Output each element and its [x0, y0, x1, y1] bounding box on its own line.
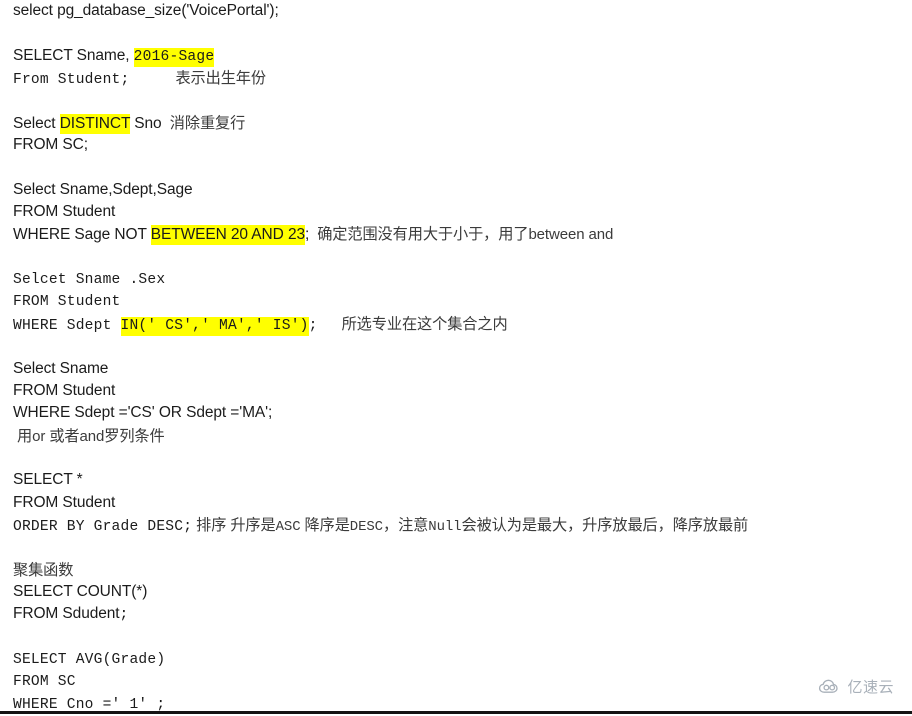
- code-text: FROM Sdudent: [13, 605, 120, 623]
- code-line-where-between: WHERE Sage NOT BETWEEN 20 AND 23; 确定范围没有用…: [13, 223, 903, 246]
- code-line-where-cno: WHERE Cno =' 1' ;: [13, 693, 903, 715]
- cloud-icon: [817, 679, 843, 695]
- code-text: FROM SC;: [13, 136, 88, 154]
- annotation-text: 罗列条件: [104, 426, 165, 445]
- code-text: FROM Student: [13, 203, 116, 221]
- code-text: Select Sname,Sdept,Sage: [13, 180, 193, 198]
- code-line-where-or: WHERE Sdept ='CS' OR Sdept ='MA';: [13, 402, 903, 424]
- annotation-text-en: between and: [528, 226, 614, 244]
- code-line-select-count: SELECT COUNT(*): [13, 581, 903, 603]
- code-text: Sno: [130, 114, 166, 132]
- annotation-text-en: ASC: [275, 518, 301, 535]
- annotation-text: 升序是: [230, 515, 276, 534]
- code-line-select-star: SELECT *: [13, 469, 903, 491]
- code-text: SELECT COUNT(*): [13, 582, 148, 600]
- code-text: SELECT AVG(Grade): [13, 651, 166, 668]
- annotation-text: ，注意: [383, 515, 429, 534]
- code-line-select-sname: SELECT Sname, 2016-Sage: [13, 45, 903, 67]
- annotation-text: 表示出生年份: [175, 69, 266, 88]
- annotation-text-en: and: [79, 427, 105, 445]
- code-text: FROM Student: [13, 294, 121, 311]
- text-body: select pg_database_size('VoicePortal'); …: [13, 0, 903, 715]
- code-line-where-in: WHERE Sdept IN(' CS',' MA',' IS'); 所选专业在这…: [13, 313, 903, 336]
- code-text: FROM SC: [13, 674, 76, 691]
- code-line-select-sname-sdept-sage: Select Sname,Sdept,Sage: [13, 179, 903, 201]
- code-line-from-student-3: FROM Student: [13, 290, 903, 312]
- watermark: 亿速云: [817, 676, 894, 697]
- highlighted-keyword: IN(' CS',' MA',' IS'): [120, 316, 309, 336]
- code-line-select-sname-2: Select Sname: [13, 358, 903, 380]
- annotation-text: 降序是: [304, 515, 350, 534]
- code-text: Select: [13, 114, 60, 132]
- annotation-text-en: or: [32, 427, 50, 445]
- highlighted-keyword: DISTINCT: [59, 113, 131, 134]
- highlighted-expression: 2016-Sage: [133, 47, 215, 67]
- annotation-text: 消除重复行: [169, 113, 246, 132]
- code-line-from-sdudent: FROM Sdudent;: [13, 603, 903, 625]
- annotation-text-en: DESC: [349, 518, 383, 535]
- code-line-select-avg: SELECT AVG(Grade): [13, 648, 903, 670]
- code-text: WHERE Sdept: [13, 317, 121, 334]
- code-line-from-student-1: From Student; 表示出生年份: [13, 67, 903, 89]
- code-text: ;: [304, 226, 310, 244]
- annotation-text: 确定范围没有用大于小于，用了: [317, 225, 529, 244]
- annotation-text: 聚集函数: [13, 560, 74, 579]
- document-page: select pg_database_size('VoicePortal'); …: [0, 0, 912, 714]
- code-line-order-by: ORDER BY Grade DESC; 排序 升序是ASC 降序是DESC，注意Nu…: [13, 514, 903, 536]
- code-line-1: select pg_database_size('VoicePortal');: [13, 0, 903, 22]
- code-line-from-student-4: FROM Student: [13, 380, 903, 402]
- code-text: ORDER BY Grade DESC;: [13, 518, 193, 535]
- code-line-from-sc: FROM SC: [13, 670, 903, 692]
- code-text: Select Sname: [13, 359, 109, 377]
- annotation-text-en: Null: [428, 518, 462, 535]
- annotation-text: 用: [17, 426, 33, 445]
- annotation-line-aggregate-functions: 聚集函数: [13, 559, 903, 581]
- code-line-from-sc: FROM SC;: [13, 134, 903, 156]
- highlighted-keyword: BETWEEN 20 AND 23: [150, 225, 305, 246]
- code-line-from-student-5: FROM Student: [13, 492, 903, 514]
- code-line-selcet-sname-sex: Selcet Sname .Sex: [13, 268, 903, 290]
- code-text: WHERE Sdept ='CS' OR Sdept ='MA';: [13, 404, 273, 422]
- code-text: Selcet Sname .Sex: [13, 272, 166, 289]
- code-line-select-distinct: Select DISTINCT Sno 消除重复行: [13, 112, 903, 134]
- code-text: ;: [119, 607, 129, 624]
- annotation-text: 会被认为是最大，升序放最后，降序放最前: [461, 515, 749, 534]
- code-text: WHERE Cno =' 1' ;: [13, 696, 166, 713]
- code-text: WHERE Sage NOT: [13, 226, 151, 244]
- watermark-label: 亿速云: [847, 678, 894, 696]
- code-text: SELECT *: [13, 471, 83, 489]
- annotation-text: 或者: [49, 426, 80, 445]
- code-text: From Student;: [13, 72, 130, 89]
- annotation-line-or-and: 用or 或者and罗列条件: [13, 425, 903, 447]
- annotation-text: 所选专业在这个集合之内: [341, 314, 508, 333]
- code-text: ;: [308, 317, 318, 334]
- code-text: FROM Student: [13, 381, 116, 399]
- code-line-from-student-2: FROM Student: [13, 201, 903, 223]
- code-text: FROM Student: [13, 493, 116, 511]
- annotation-text: 排序: [196, 515, 227, 534]
- code-text: select pg_database_size('VoicePortal');: [13, 2, 279, 19]
- code-text: SELECT Sname,: [13, 46, 134, 64]
